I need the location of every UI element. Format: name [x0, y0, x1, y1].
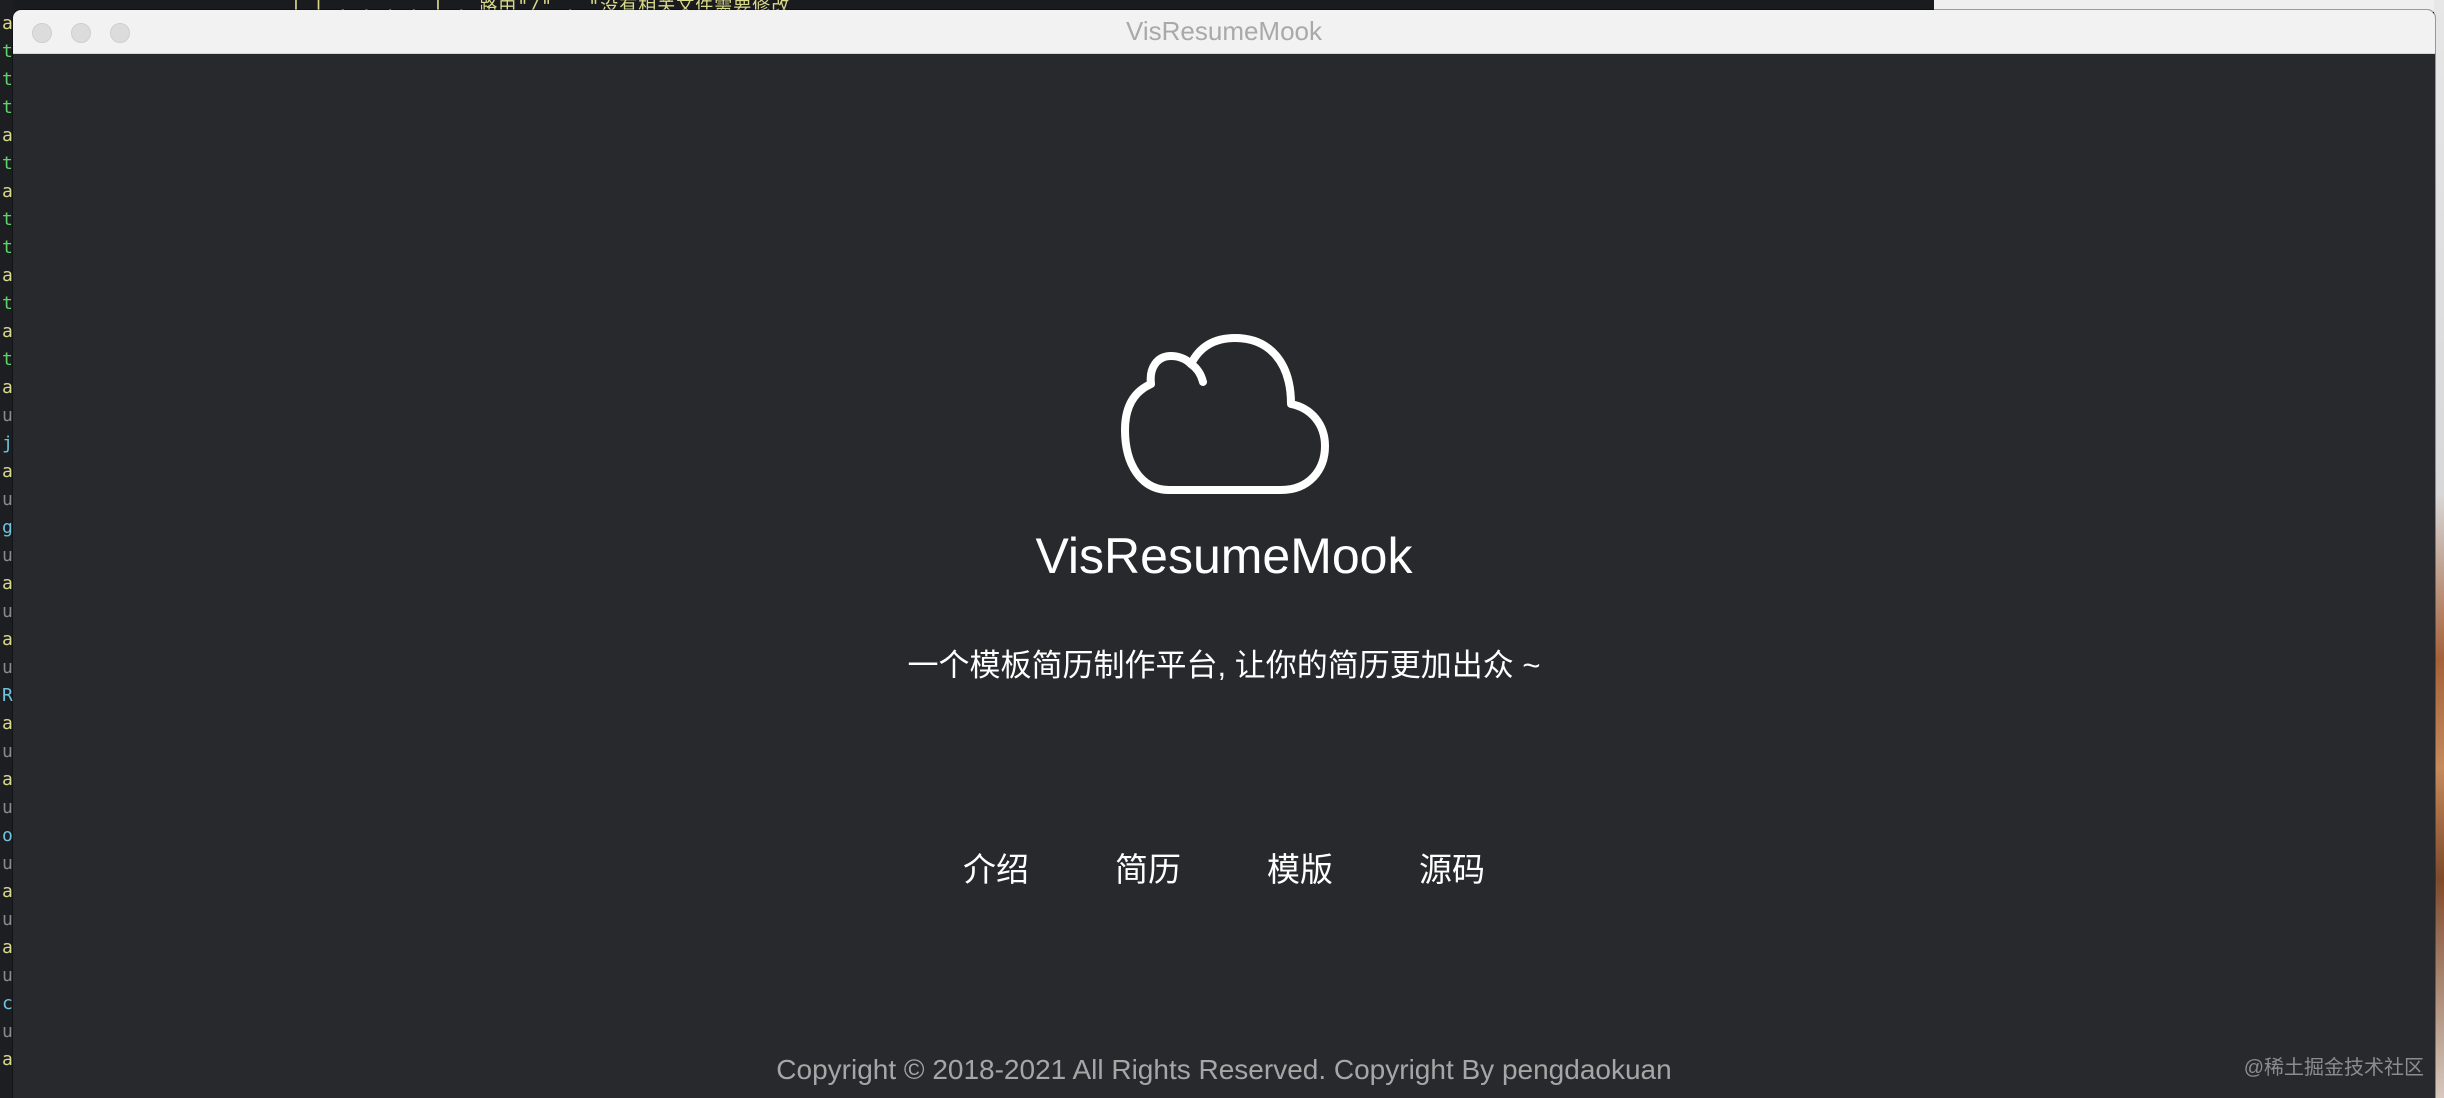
- editor-gutter-char: a: [2, 13, 13, 34]
- editor-gutter-char: a: [2, 181, 13, 202]
- editor-gutter-char: u: [2, 965, 13, 986]
- editor-gutter-char: a: [2, 265, 13, 286]
- editor-gutter-char: a: [2, 881, 13, 902]
- editor-gutter-char: a: [2, 769, 13, 790]
- editor-gutter-char: t: [2, 97, 13, 118]
- footer-copyright: Copyright © 2018-2021 All Rights Reserve…: [776, 1054, 1672, 1085]
- editor-gutter-char: g: [2, 517, 13, 538]
- background-editor-gutter: atttatattatataujauguauauRauauouauaucua: [0, 0, 14, 1098]
- editor-gutter-char: a: [2, 125, 13, 146]
- editor-gutter-char: a: [2, 713, 13, 734]
- editor-gutter-char: t: [2, 41, 13, 62]
- editor-gutter-char: j: [2, 433, 13, 454]
- title-bar[interactable]: VisResumeMook: [13, 10, 2435, 54]
- background-wallpaper-strip: [2434, 0, 2444, 1098]
- editor-gutter-char: u: [2, 1021, 13, 1042]
- desktop: atttatattatataujauguauauRauauouauaucua ]…: [0, 0, 2444, 1098]
- editor-gutter-char: u: [2, 853, 13, 874]
- editor-gutter-char: a: [2, 321, 13, 342]
- editor-gutter-char: t: [2, 153, 13, 174]
- editor-gutter-char: R: [2, 685, 13, 706]
- nav-item-templates[interactable]: 模版: [1267, 848, 1333, 892]
- editor-gutter-char: u: [2, 741, 13, 762]
- app-title: VisResumeMook: [1035, 528, 1413, 584]
- main-nav: 介绍 简历 模版 源码: [13, 848, 2435, 892]
- editor-gutter-char: u: [2, 909, 13, 930]
- editor-gutter-char: t: [2, 349, 13, 370]
- editor-gutter-char: a: [2, 377, 13, 398]
- editor-gutter-char: u: [2, 545, 13, 566]
- watermark: @稀土掘金技术社区: [2243, 1057, 2424, 1079]
- nav-item-resume[interactable]: 简历: [1115, 848, 1181, 892]
- nav-item-intro[interactable]: 介绍: [963, 848, 1029, 892]
- editor-gutter-char: a: [2, 573, 13, 594]
- editor-gutter-char: a: [2, 461, 13, 482]
- editor-gutter-char: u: [2, 797, 13, 818]
- editor-gutter-char: u: [2, 489, 13, 510]
- editor-gutter-char: t: [2, 237, 13, 258]
- editor-gutter-char: t: [2, 69, 13, 90]
- nav-item-source[interactable]: 源码: [1419, 848, 1485, 892]
- editor-gutter-char: t: [2, 293, 13, 314]
- cloud-icon: [1121, 334, 1329, 494]
- editor-gutter-char: a: [2, 937, 13, 958]
- app-tagline: 一个模板简历制作平台, 让你的简历更加出众 ~: [907, 648, 1541, 683]
- editor-gutter-char: u: [2, 657, 13, 678]
- editor-gutter-char: o: [2, 825, 13, 846]
- editor-gutter-char: c: [2, 993, 13, 1014]
- editor-gutter-char: a: [2, 1049, 13, 1070]
- editor-gutter-char: u: [2, 405, 13, 426]
- editor-gutter-char: t: [2, 209, 13, 230]
- window-title: VisResumeMook: [1125, 16, 1323, 46]
- main-content: VisResumeMook 一个模板简历制作平台, 让你的简历更加出众 ~ 介绍…: [13, 54, 2435, 1098]
- app-window: VisResumeMook VisResumeMook 一个模板简历制作平台, …: [13, 10, 2435, 1098]
- editor-gutter-char: a: [2, 629, 13, 650]
- editor-gutter-char: u: [2, 601, 13, 622]
